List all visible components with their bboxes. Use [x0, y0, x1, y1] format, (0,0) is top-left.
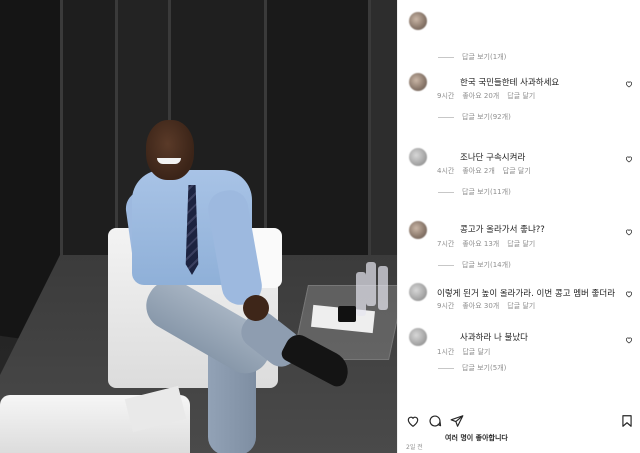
post-time: 2일 전: [406, 444, 423, 451]
arm: [205, 187, 265, 308]
smile: [157, 158, 181, 164]
comment-time: 9시간: [437, 302, 455, 310]
avatar[interactable]: [409, 283, 427, 301]
comment-likes[interactable]: 좋아요 30개: [462, 302, 499, 310]
reply-button[interactable]: 답글 달기: [503, 167, 531, 175]
comment-likes[interactable]: 좋아요 20개: [462, 92, 499, 100]
shoe: [279, 330, 355, 390]
bookmark-icon[interactable]: [620, 414, 634, 428]
comment-time: 7시간: [437, 240, 455, 248]
comment-text: 이렇게 된거 높이 올라가라. 이번 콩고 멤버 좋더라: [437, 289, 616, 299]
comment-text: 사과하라 나 불났다: [460, 333, 528, 343]
heart-icon[interactable]: [625, 80, 633, 88]
comment-text: 콩고가 올라가서 좋냐??: [460, 225, 545, 235]
comment-text: 조나단 구속시켜라: [460, 153, 526, 163]
heart-icon[interactable]: [625, 336, 633, 344]
comment-meta: 7시간 좋아요 13개 답글 달기: [437, 239, 543, 249]
comment-meta: 9시간 좋아요 30개 답글 달기: [437, 301, 543, 311]
reply-button[interactable]: 답글 달기: [507, 240, 535, 248]
send-icon[interactable]: [450, 414, 464, 428]
avatar[interactable]: [409, 221, 427, 239]
view-replies-link[interactable]: 답글 보기(1개): [438, 52, 506, 62]
comment-meta: 1시간 답글 달기: [437, 347, 498, 357]
heart-icon[interactable]: [625, 155, 633, 163]
comment-time: 9시간: [437, 92, 455, 100]
avatar[interactable]: [409, 73, 427, 91]
avatar[interactable]: [409, 12, 427, 30]
comment-likes[interactable]: 좋아요 2개: [462, 167, 494, 175]
person: [0, 0, 397, 453]
likes-summary[interactable]: 여러 명이 좋아합니다: [445, 433, 508, 443]
comment-meta: 4시간 좋아요 2개 답글 달기: [437, 166, 539, 176]
avatar[interactable]: [409, 148, 427, 166]
post-action-bar: [406, 414, 634, 430]
hand: [243, 295, 269, 321]
post-photo: [0, 0, 397, 453]
reply-button[interactable]: 답글 달기: [507, 92, 535, 100]
heart-icon[interactable]: [406, 414, 420, 428]
view-replies-link[interactable]: 답글 보기(14개): [438, 260, 511, 270]
comments-panel: 답글 보기(1개) 한국 국민들한테 사과하세요 9시간 좋아요 20개 답글 달기…: [397, 0, 640, 453]
comment-text: 한국 국민들한테 사과하세요: [460, 78, 560, 88]
heart-icon[interactable]: [625, 228, 633, 236]
view-replies-link[interactable]: 답글 보기(92개): [438, 112, 511, 122]
comment-meta: 9시간 좋아요 20개 답글 달기: [437, 91, 543, 101]
view-replies-link[interactable]: 답글 보기(11개): [438, 187, 511, 197]
reply-button[interactable]: 답글 달기: [507, 302, 535, 310]
comment-time: 1시간: [437, 348, 455, 356]
head: [146, 120, 194, 180]
view-replies-link[interactable]: 답글 보기(5개): [438, 363, 506, 373]
reply-button[interactable]: 답글 달기: [462, 348, 490, 356]
comment-time: 4시간: [437, 167, 455, 175]
avatar[interactable]: [409, 328, 427, 346]
heart-icon[interactable]: [625, 290, 633, 298]
comment-icon[interactable]: [428, 414, 442, 428]
comment-likes[interactable]: 좋아요 13개: [462, 240, 499, 248]
